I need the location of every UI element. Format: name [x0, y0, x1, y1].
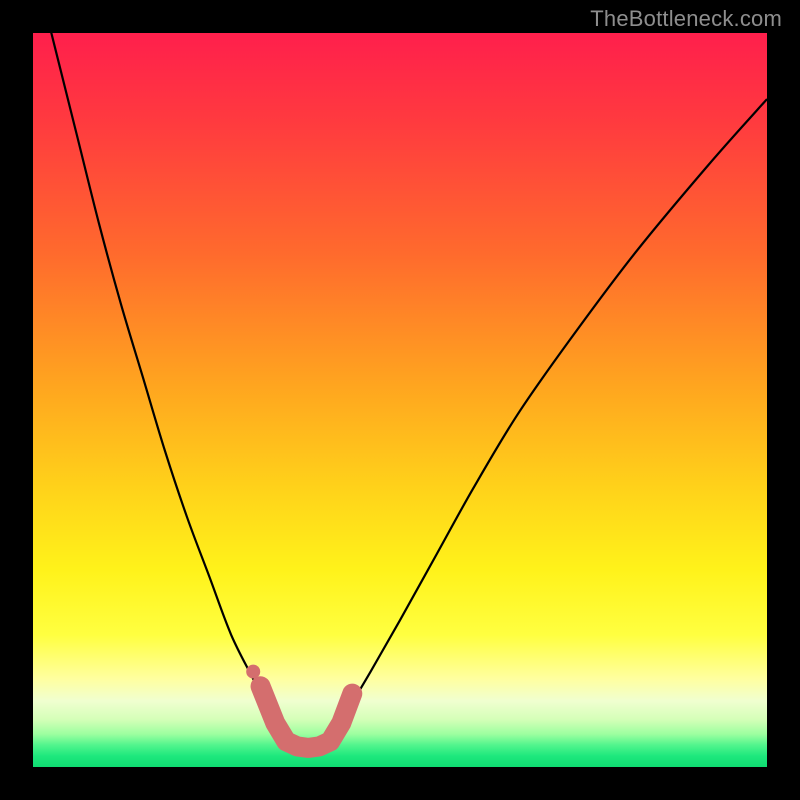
highlight-band: [246, 665, 352, 748]
curve-layer: [33, 33, 767, 767]
chart-frame: TheBottleneck.com: [0, 0, 800, 800]
watermark-text: TheBottleneck.com: [590, 6, 782, 32]
highlight-dot: [246, 665, 260, 679]
plot-area: [33, 33, 767, 767]
highlight-band-line: [261, 686, 353, 748]
bottleneck-curve: [33, 33, 767, 749]
